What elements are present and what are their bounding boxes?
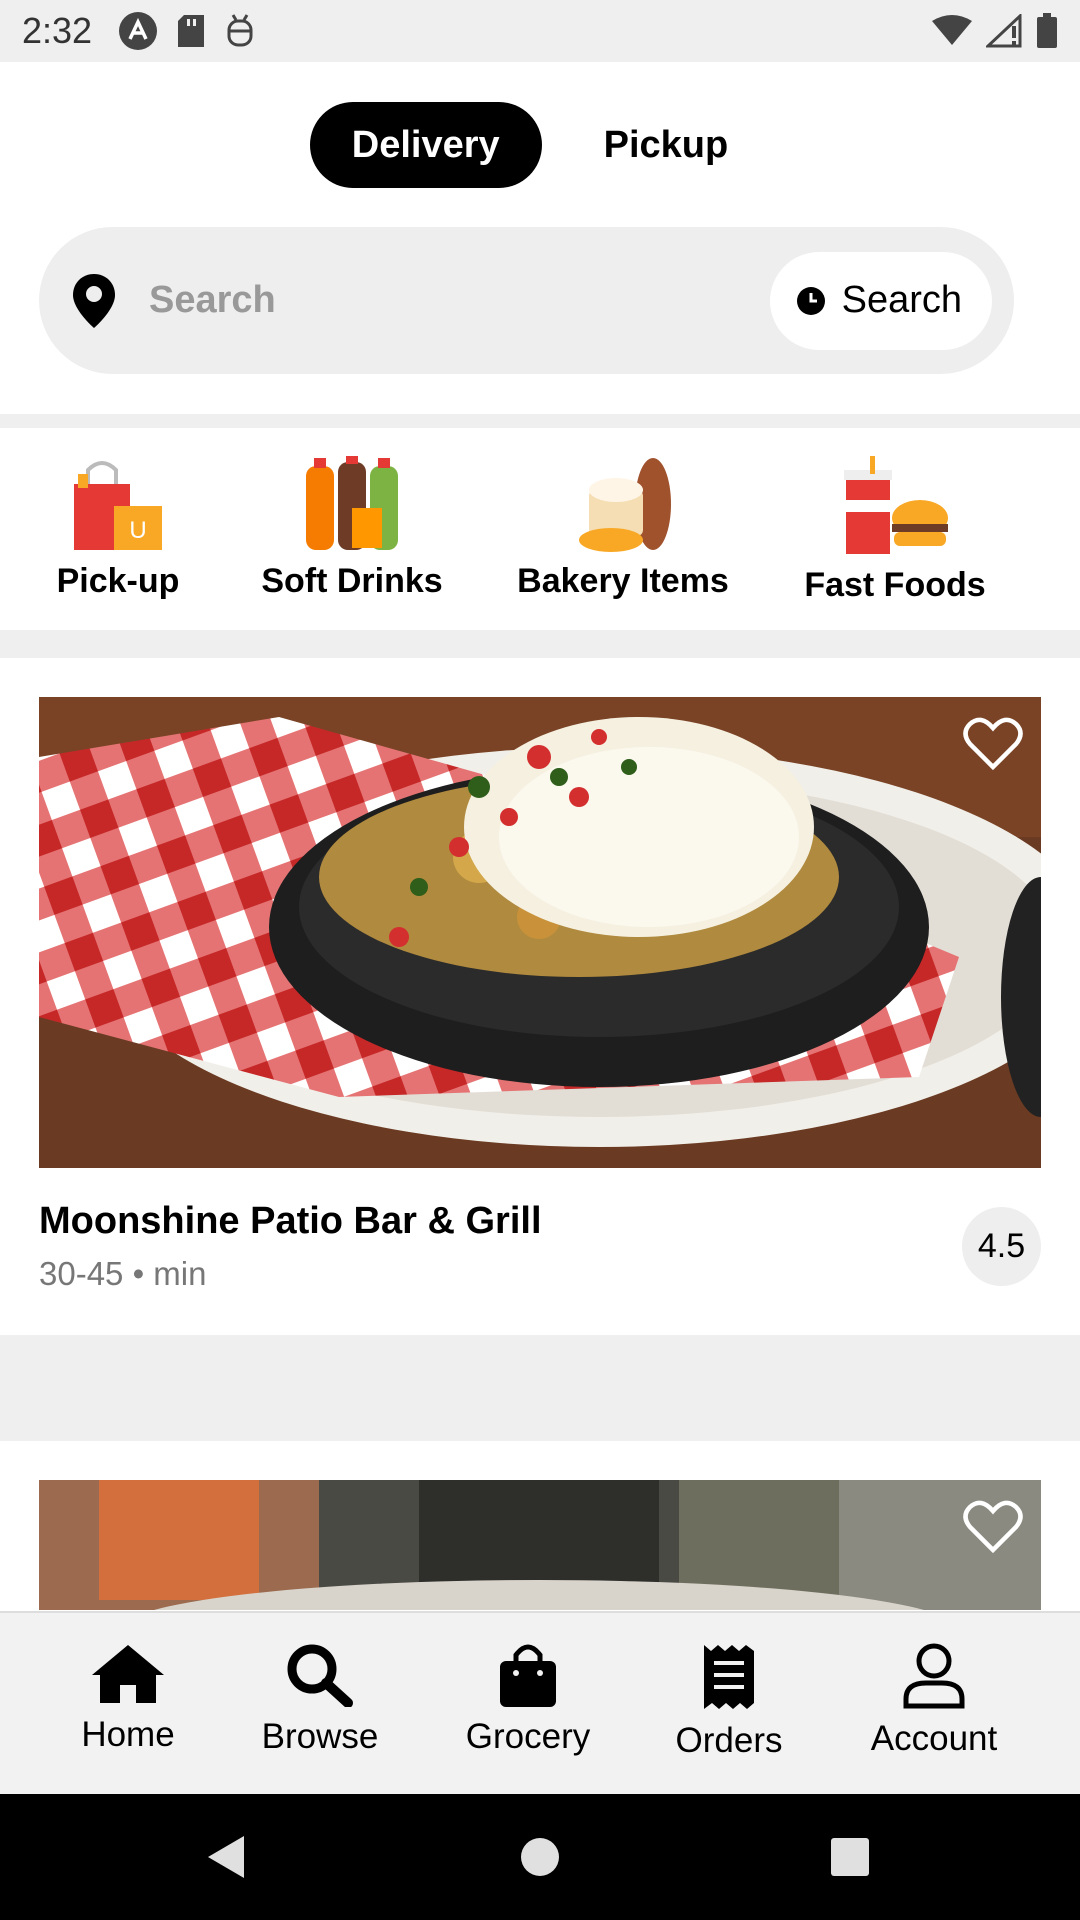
category-fast-foods[interactable]: Fast Foods — [790, 428, 1000, 605]
search-input[interactable]: Search — [149, 279, 770, 322]
divider — [0, 630, 1080, 658]
restaurant-delivery-time: 30-45 • min — [39, 1255, 207, 1292]
nav-account[interactable]: Account — [854, 1613, 1014, 1796]
nav-orders[interactable]: Orders — [659, 1613, 799, 1796]
pickup-button[interactable]: Pickup — [562, 102, 771, 188]
divider — [0, 1335, 1080, 1441]
wifi-icon — [932, 15, 972, 45]
battery-icon — [1037, 13, 1057, 48]
nav-label: Browse — [261, 1717, 379, 1756]
home-circle-icon — [521, 1838, 559, 1876]
nav-label: Orders — [675, 1721, 783, 1760]
schedule-search-button[interactable]: Search — [769, 251, 992, 350]
bottom-navigation: Home Browse Grocery Orders Account — [0, 1611, 1080, 1794]
food-photo — [39, 697, 1041, 1168]
back-icon — [208, 1836, 244, 1878]
category-strip[interactable]: U Pick-up Soft Drinks Bakery Items Fast … — [0, 428, 1080, 630]
nav-label: Account — [870, 1719, 998, 1758]
app-a-icon — [119, 12, 158, 50]
restaurant-image[interactable] — [39, 697, 1041, 1168]
nav-label: Grocery — [465, 1717, 591, 1756]
system-recents-button[interactable] — [790, 1794, 910, 1920]
system-home-button[interactable] — [480, 1794, 600, 1920]
home-icon — [92, 1645, 164, 1703]
category-label: Fast Foods — [804, 566, 986, 604]
search-icon — [287, 1644, 353, 1707]
recents-icon — [831, 1838, 869, 1876]
category-label: Bakery Items — [517, 562, 729, 600]
heart-outline-icon[interactable] — [963, 715, 1023, 771]
status-time: 2:32 — [22, 10, 93, 51]
category-pick-up[interactable]: U Pick-up — [38, 428, 198, 601]
category-label: Soft Drinks — [261, 562, 443, 600]
rating-badge: 4.5 — [962, 1207, 1041, 1286]
person-icon — [903, 1643, 965, 1709]
receipt-icon — [704, 1645, 754, 1709]
system-navigation-bar — [0, 1794, 1080, 1920]
mode-toggle: Delivery Pickup — [0, 102, 1080, 188]
nav-home[interactable]: Home — [58, 1613, 198, 1796]
location-pin-icon — [73, 273, 115, 328]
category-bakery-items[interactable]: Bakery Items — [508, 428, 738, 601]
restaurant-name[interactable]: Moonshine Patio Bar & Grill — [39, 1200, 542, 1243]
status-bar: 2:32 — [0, 0, 1080, 62]
schedule-search-label: Search — [841, 279, 962, 321]
shopping-bags-icon: U — [74, 461, 162, 550]
system-back-button[interactable] — [166, 1794, 286, 1920]
svg-text:U: U — [129, 517, 146, 544]
soft-drinks-icon — [306, 456, 398, 550]
cell-signal-icon — [986, 14, 1022, 48]
android-debug-icon — [227, 14, 253, 47]
delivery-button[interactable]: Delivery — [309, 102, 542, 188]
food-photo — [39, 1480, 1041, 1610]
nav-label: Home — [81, 1715, 175, 1754]
restaurant-image[interactable] — [39, 1480, 1041, 1610]
category-label: Pick-up — [56, 562, 180, 600]
bakery-icon — [579, 458, 671, 552]
clock-icon — [796, 286, 825, 315]
shopping-bag-icon — [500, 1644, 556, 1707]
category-soft-drinks[interactable]: Soft Drinks — [252, 428, 452, 601]
nav-browse[interactable]: Browse — [250, 1613, 390, 1796]
sd-card-icon — [178, 15, 205, 47]
heart-outline-icon[interactable] — [963, 1498, 1023, 1554]
search-bar[interactable]: Search Search — [39, 227, 1014, 374]
nav-grocery[interactable]: Grocery — [448, 1613, 608, 1796]
fast-food-icon — [844, 456, 948, 554]
divider — [0, 414, 1080, 428]
